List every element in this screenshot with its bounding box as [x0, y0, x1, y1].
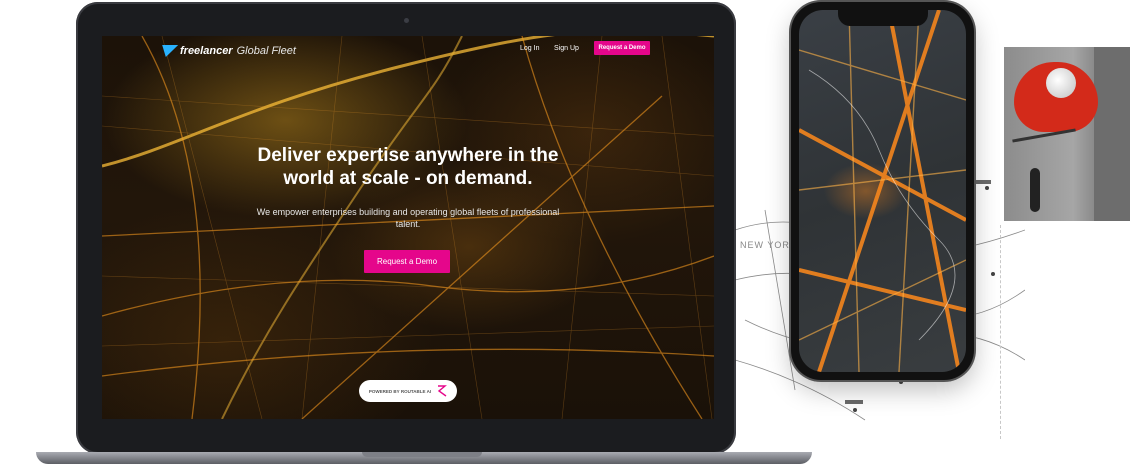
brand-name: freelancer: [180, 45, 233, 57]
curb-shading: [1094, 47, 1130, 221]
hero-title: Deliver expertise anywhere in the world …: [257, 145, 559, 189]
camera-icon: [404, 18, 409, 23]
login-link[interactable]: Log In: [520, 45, 539, 52]
bike-wheel: [1030, 168, 1040, 212]
aerial-city-image: [799, 10, 966, 372]
signup-link[interactable]: Sign Up: [554, 45, 579, 52]
nav-request-demo-button[interactable]: Request a Demo: [594, 41, 650, 55]
freelancer-bird-icon: [157, 45, 179, 57]
laptop-bezel: [102, 419, 714, 441]
powered-by-label: POWERED BY ROUTABLE AI: [368, 388, 432, 394]
phone-screen: [799, 10, 966, 372]
phone-notch: [838, 10, 928, 26]
hero-request-demo-button[interactable]: Request a Demo: [364, 250, 450, 273]
brand-logo[interactable]: freelancer Global Fleet: [157, 42, 296, 60]
helmet-icon: [1046, 68, 1076, 98]
map-city-label: NEW YORK: [740, 240, 797, 250]
hero-subtitle: We empower enterprises building and oper…: [256, 207, 560, 229]
route-line: [1000, 225, 1001, 439]
powered-by-badge[interactable]: POWERED BY ROUTABLE AI: [359, 380, 457, 402]
laptop-notch: [362, 452, 482, 457]
routable-logo-icon: [437, 385, 448, 397]
laptop-screen: freelancer Global Fleet Log In Sign Up R…: [102, 36, 714, 419]
product-name: Global Fleet: [236, 45, 296, 57]
